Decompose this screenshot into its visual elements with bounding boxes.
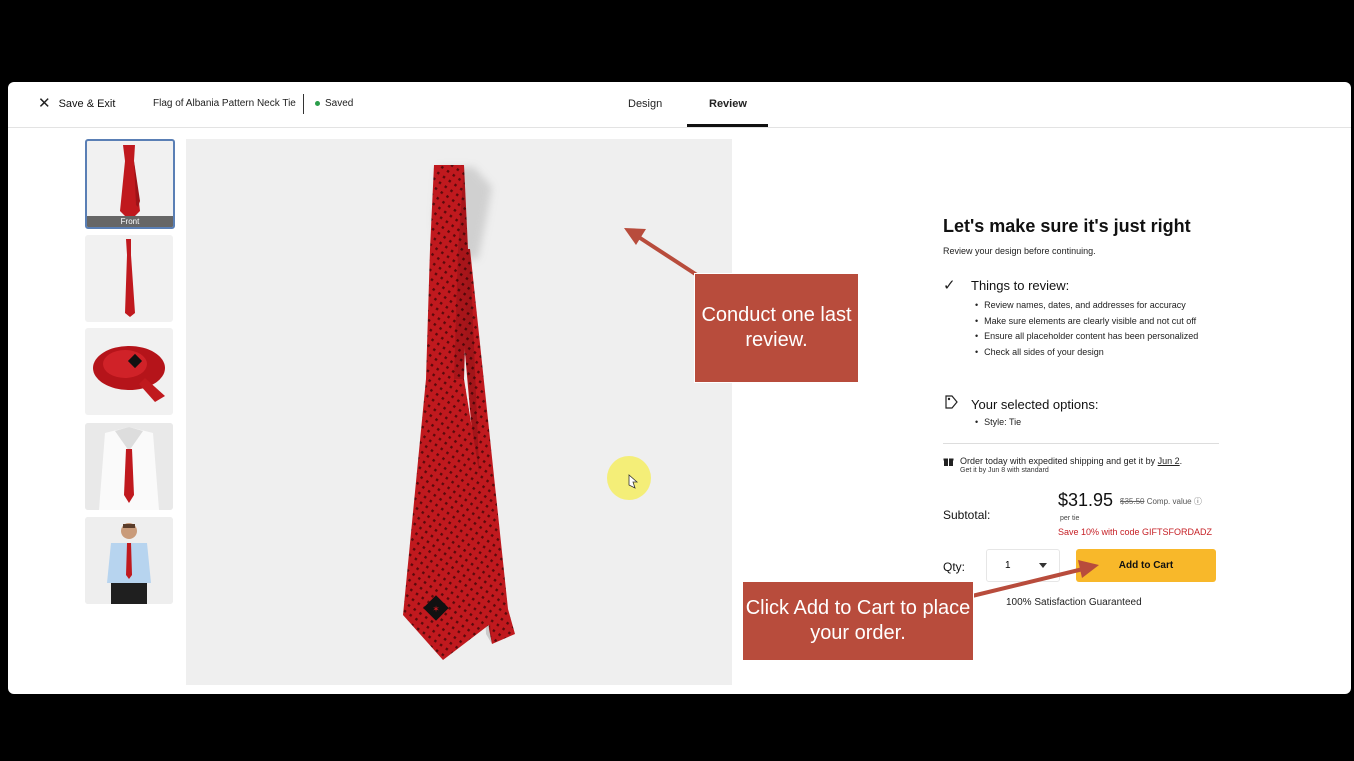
arrow-head-preview xyxy=(624,228,646,245)
cursor-icon xyxy=(628,474,639,489)
arrow-to-add-to-cart xyxy=(971,567,1084,598)
callout-add-to-cart: Click Add to Cart to place your order. xyxy=(742,581,974,661)
annotation-arrows xyxy=(624,228,1099,598)
arrow-head-cart xyxy=(1078,560,1099,578)
arrow-to-preview xyxy=(635,234,702,279)
callout-review: Conduct one last review. xyxy=(694,273,859,383)
